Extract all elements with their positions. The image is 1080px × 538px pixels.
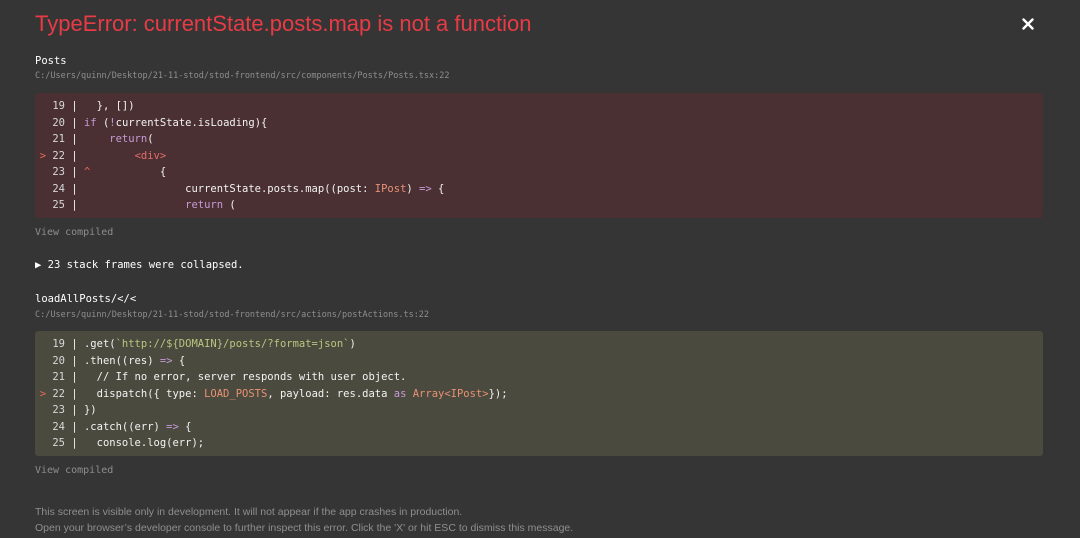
line-separator: | [71, 371, 78, 383]
line-number: 23 [52, 404, 65, 416]
code-line: 20 | if (!currentState.isLoading){ [35, 115, 1043, 132]
line-number: 25 [52, 437, 65, 449]
code-line: 25 | return ( [35, 197, 1043, 214]
code-line: 23 | ^ { [35, 164, 1043, 181]
code-line: 19 | .get(`http://${DOMAIN}/posts/?forma… [35, 336, 1043, 353]
code-text: if (!currentState.isLoading){ [83, 116, 268, 129]
collapsed-frames-label: 23 stack frames were collapsed. [47, 259, 244, 271]
line-number: 25 [52, 199, 65, 211]
view-compiled-link[interactable]: View compiled [35, 226, 113, 240]
source-code-snippet: 19 | .get(`http://${DOMAIN}/posts/?forma… [35, 331, 1043, 456]
code-line: 21 | // If no error, server responds wit… [35, 369, 1043, 386]
line-separator: | [71, 420, 78, 433]
close-button[interactable] [1018, 12, 1038, 36]
line-separator: | [71, 199, 78, 211]
view-compiled-link[interactable]: View compiled [35, 464, 113, 478]
code-line: 24 | .catch((err) => { [35, 419, 1043, 436]
code-line: 24 | currentState.posts.map((post: IPost… [35, 181, 1043, 198]
code-text: .then((res) => { [83, 354, 186, 367]
line-number: 19 [52, 338, 65, 350]
code-line: 23 | }) [35, 402, 1043, 419]
line-separator: | [71, 404, 78, 416]
code-text: }, []) [96, 100, 135, 112]
error-caret: ^ [83, 166, 91, 178]
code-text: currentState.posts.map((post: IPost) => … [185, 182, 445, 195]
line-number: 21 [52, 371, 65, 383]
code-text: return ( [185, 199, 236, 211]
code-text: }) [83, 404, 97, 416]
line-separator: | [71, 133, 78, 145]
code-line: 20 | .then((res) => { [35, 353, 1043, 370]
line-separator: | [71, 149, 78, 162]
line-separator: | [71, 354, 78, 367]
code-line: 19 | }, []) [35, 98, 1043, 115]
code-line-highlighted: > 22 | <div> [35, 148, 1043, 165]
error-code-snippet: 19 | }, []) 20 | if (!currentState.isLoa… [35, 93, 1043, 218]
code-line: 25 | console.log(err); [35, 435, 1043, 452]
collapsed-frames-toggle[interactable]: ▶ 23 stack frames were collapsed. [35, 258, 244, 272]
line-number: > 22 [39, 149, 65, 162]
line-number: 20 [52, 354, 65, 367]
triangle-right-icon: ▶ [35, 259, 42, 271]
code-text: console.log(err); [96, 437, 205, 449]
code-text: .catch((err) => { [83, 420, 192, 433]
code-line: 21 | return( [35, 131, 1043, 148]
line-number: 21 [52, 133, 65, 145]
line-separator: | [71, 100, 78, 112]
line-number: 24 [52, 182, 65, 195]
code-text: .get(`http://${DOMAIN}/posts/?format=jso… [83, 338, 356, 350]
line-separator: | [71, 116, 78, 129]
frame-file-path[interactable]: C:/Users/quinn/Desktop/21-11-stod/stod-f… [35, 309, 429, 321]
line-separator: | [71, 387, 78, 400]
code-text: { [159, 166, 167, 178]
footer-dismiss-hint: Open your browser’s developer console to… [35, 522, 574, 534]
line-number: 19 [52, 100, 65, 112]
line-separator: | [71, 338, 78, 350]
line-separator: | [71, 182, 78, 195]
close-icon [1022, 18, 1034, 30]
line-separator: | [71, 166, 78, 178]
line-number: 20 [52, 116, 65, 129]
line-number: 24 [52, 420, 65, 433]
code-text: dispatch({ type: LOAD_POSTS, payload: re… [96, 387, 508, 400]
line-separator: | [71, 437, 78, 449]
frame-name: Posts [35, 55, 67, 67]
error-title: TypeError: currentState.posts.map is not… [35, 11, 532, 36]
code-line-highlighted: > 22 | dispatch({ type: LOAD_POSTS, payl… [35, 386, 1043, 403]
frame-file-path[interactable]: C:/Users/quinn/Desktop/21-11-stod/stod-f… [35, 70, 450, 82]
code-text: return( [109, 133, 154, 145]
code-text: // If no error, server responds with use… [96, 371, 407, 383]
code-text: <div> [134, 149, 167, 162]
footer-dev-notice: This screen is visible only in developme… [35, 506, 463, 518]
frame-name: loadAllPosts/</< [35, 293, 137, 305]
line-number: 23 [52, 166, 65, 178]
line-number: > 22 [39, 387, 65, 400]
